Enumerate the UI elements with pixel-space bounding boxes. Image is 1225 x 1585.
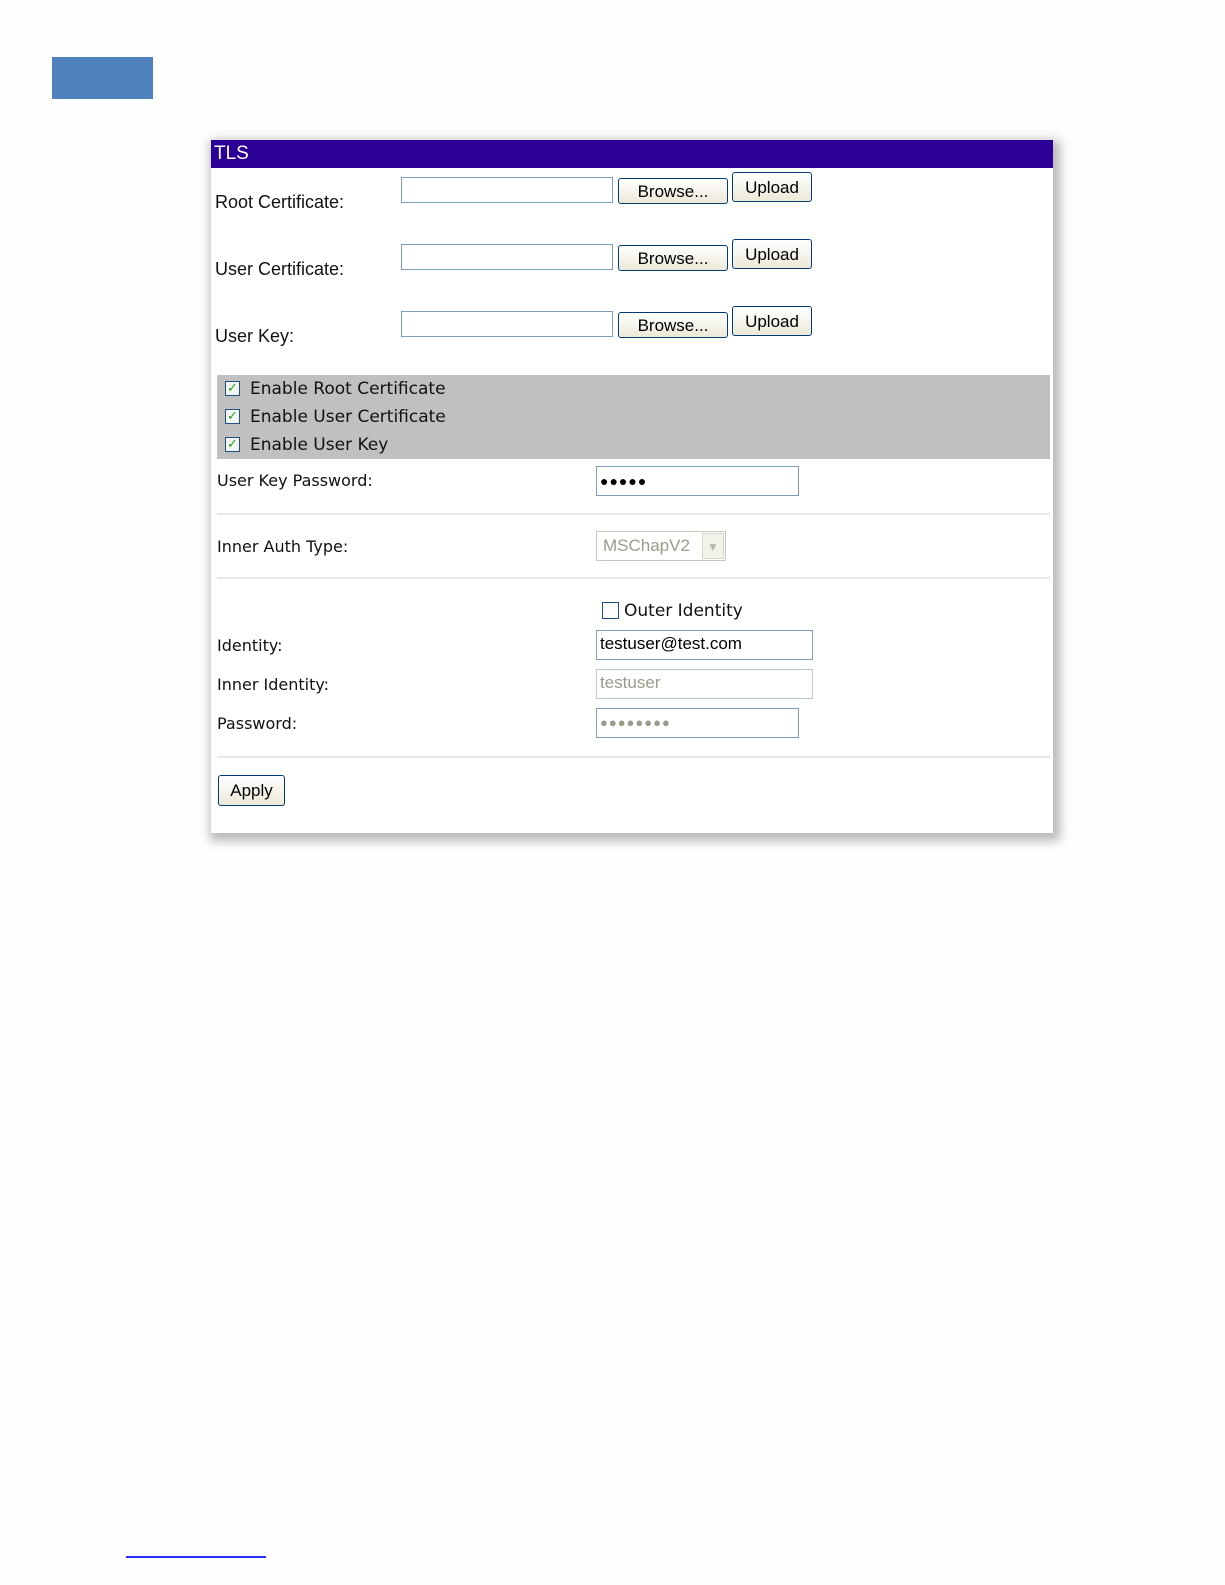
user-key-row: User Key: Browse... Upload [211,306,1053,346]
checkmark-icon: ✓ [227,409,238,424]
checkmark-icon: ✓ [227,381,238,396]
enable-options-band: ✓ Enable Root Certificate ✓ Enable User … [217,375,1050,459]
root-certificate-browse-button[interactable]: Browse... [618,178,728,204]
user-key-password-input[interactable]: ●●●●● [596,466,799,496]
enable-root-certificate-checkbox[interactable]: ✓ [225,381,240,396]
outer-identity-checkbox[interactable] [602,602,619,619]
section-divider [217,577,1050,579]
user-certificate-upload-button[interactable]: Upload [732,239,812,269]
enable-user-certificate-checkbox[interactable]: ✓ [225,409,240,424]
inner-auth-type-value: MSChapV2 [603,536,690,555]
apply-button[interactable]: Apply [218,775,285,806]
user-certificate-file-input[interactable] [401,244,613,270]
enable-user-certificate-label: Enable User Certificate [250,407,446,427]
root-certificate-upload-button[interactable]: Upload [732,172,812,202]
user-certificate-label: User Certificate: [215,259,345,279]
chevron-down-icon[interactable]: ▼ [702,533,724,559]
tls-settings-panel: TLS Root Certificate: Browse... Upload U… [211,140,1053,833]
root-certificate-file-input[interactable] [401,177,613,203]
user-key-label: User Key: [215,326,295,346]
user-key-password-label: User Key Password: [217,471,373,490]
root-certificate-row: Root Certificate: Browse... Upload [211,172,1053,212]
enable-user-key-checkbox[interactable]: ✓ [225,437,240,452]
enable-root-certificate-label: Enable Root Certificate [250,379,446,399]
panel-title: TLS [211,140,1053,168]
user-certificate-row: User Certificate: Browse... Upload [211,239,1053,279]
inner-auth-type-label: Inner Auth Type: [217,537,349,556]
checkmark-icon: ✓ [227,437,238,452]
user-key-file-input[interactable] [401,311,613,337]
identity-label: Identity: [217,636,283,655]
identity-input[interactable]: testuser@test.com [596,630,813,660]
footer-link-underline[interactable] [126,1556,266,1558]
password-label: Password: [217,714,298,733]
section-divider [217,756,1050,758]
inner-auth-type-select[interactable]: MSChapV2 ▼ [596,531,726,561]
user-key-browse-button[interactable]: Browse... [618,312,728,338]
root-certificate-label: Root Certificate: [215,192,345,212]
user-certificate-browse-button[interactable]: Browse... [618,245,728,271]
enable-user-key-label: Enable User Key [250,435,389,455]
inner-identity-label: Inner Identity: [217,675,330,694]
section-divider [217,513,1050,515]
outer-identity-label: Outer Identity [624,601,743,621]
user-key-upload-button[interactable]: Upload [732,306,812,336]
password-input[interactable]: ●●●●●●●● [596,708,799,738]
inner-identity-input[interactable]: testuser [596,669,813,699]
header-color-block [52,57,153,99]
